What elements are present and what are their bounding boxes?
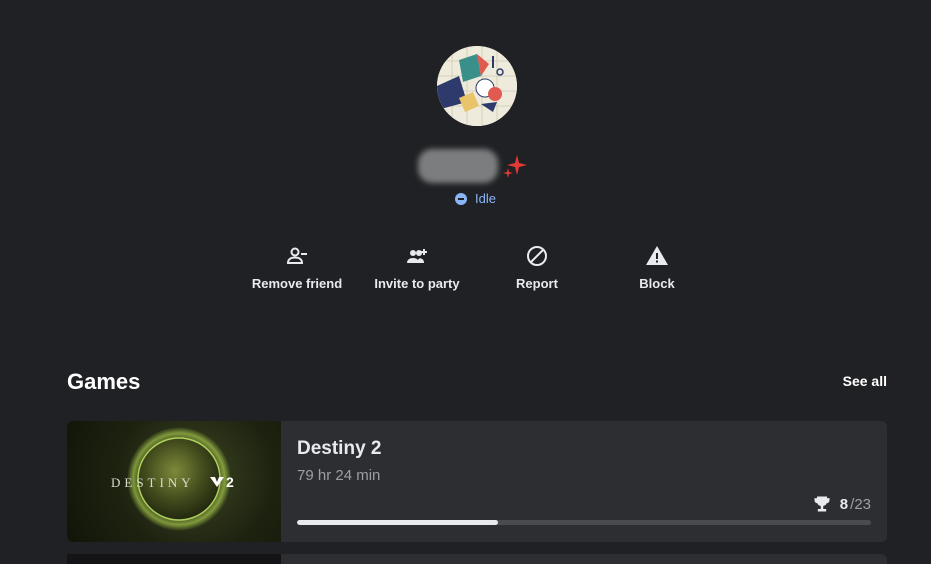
game-art-title: DESTINY <box>111 475 195 490</box>
game-art-number: 2 <box>226 474 234 490</box>
invite-to-party-button[interactable]: Invite to party <box>357 244 477 291</box>
achievements-count: 8 / 23 <box>812 494 871 514</box>
game-card-next[interactable] <box>67 554 887 564</box>
achievements-total: 23 <box>854 495 871 513</box>
game-title: Destiny 2 <box>297 438 382 459</box>
group-add-icon <box>407 249 427 263</box>
idle-icon <box>455 192 467 205</box>
see-all-link[interactable]: See all <box>843 373 887 389</box>
block-circle-icon <box>527 246 547 266</box>
game-thumbnail <box>67 554 281 564</box>
friend-actions: Remove friend Invite to party Report Blo… <box>0 244 931 304</box>
game-playtime: 79 hr 24 min <box>297 467 381 484</box>
destiny-art: DESTINY 2 <box>111 427 234 531</box>
remove-person-icon <box>286 247 307 264</box>
game-thumbnail: DESTINY 2 <box>67 421 281 542</box>
avatar-illustration <box>437 46 517 126</box>
remove-friend-button[interactable]: Remove friend <box>237 244 357 291</box>
achievements-earned: 8 <box>839 495 849 513</box>
username-redacted <box>418 149 498 183</box>
block-button[interactable]: Block <box>597 244 717 291</box>
report-label: Report <box>516 276 558 291</box>
report-button[interactable]: Report <box>477 244 597 291</box>
presence-status: Idle <box>455 191 496 206</box>
trophy-icon <box>814 496 830 512</box>
remove-friend-label: Remove friend <box>251 276 343 291</box>
games-section-header: Games See all <box>67 367 887 397</box>
game-card-destiny-2[interactable]: DESTINY 2 Destiny 2 79 hr 24 min 8 / 23 <box>67 421 887 542</box>
game-info: Destiny 2 79 hr 24 min 8 / 23 <box>297 421 871 542</box>
avatar <box>437 46 517 126</box>
achievement-progress-fill <box>297 520 498 525</box>
warning-icon <box>646 246 668 265</box>
sparkle-icon <box>503 155 527 178</box>
invite-to-party-label: Invite to party <box>374 276 460 291</box>
games-heading: Games <box>67 369 141 394</box>
status-label: Idle <box>475 191 496 206</box>
achievement-progress-bar <box>297 520 871 525</box>
block-label: Block <box>639 276 675 291</box>
username-row <box>418 146 528 186</box>
